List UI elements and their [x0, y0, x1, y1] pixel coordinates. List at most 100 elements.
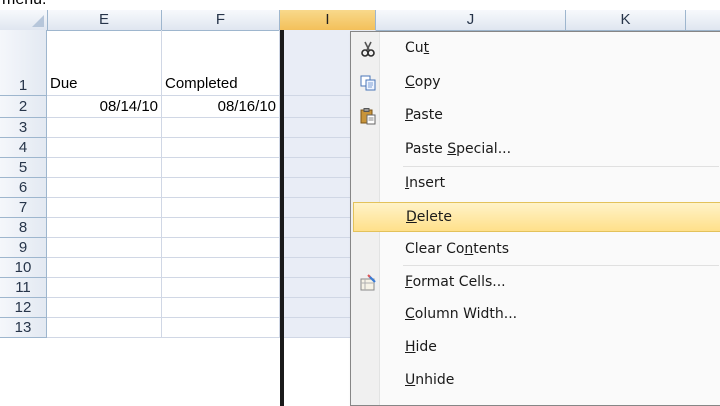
- cell-F6[interactable]: [162, 178, 280, 198]
- access-key: t: [423, 40, 430, 56]
- column-header-K[interactable]: K: [566, 10, 686, 30]
- label-part: tents: [473, 241, 510, 257]
- access-key: C: [405, 74, 415, 90]
- cell-F1[interactable]: Completed: [162, 30, 280, 96]
- cell-E13[interactable]: [47, 318, 162, 338]
- cell-F10[interactable]: [162, 258, 280, 278]
- menu-item-label: Column Width...: [405, 306, 517, 322]
- row-header-5[interactable]: 5: [0, 158, 47, 178]
- label-part: opy: [414, 74, 441, 90]
- menu-item-column-width[interactable]: Column Width...: [353, 300, 720, 330]
- cell-E9[interactable]: [47, 238, 162, 258]
- cell-F12[interactable]: [162, 298, 280, 318]
- label-part: ide: [415, 339, 437, 355]
- menu-item-label: Insert: [405, 175, 445, 191]
- access-key: n: [464, 241, 474, 257]
- cell-F7[interactable]: [162, 198, 280, 218]
- access-key: F: [405, 274, 413, 290]
- cell-E7[interactable]: [47, 198, 162, 218]
- column-header-J[interactable]: J: [376, 10, 566, 30]
- access-key: C: [405, 306, 415, 322]
- select-all-triangle-icon: [32, 15, 44, 27]
- context-menu: Cut Copy Paste Paste Special... Insert Delete…: [350, 31, 720, 406]
- access-key: S: [447, 141, 457, 157]
- menu-item-label: Cut: [405, 40, 429, 56]
- menu-separator: [403, 265, 719, 266]
- copy-icon: [359, 74, 377, 92]
- label-part: pecial...: [456, 141, 512, 157]
- cell-E6[interactable]: [47, 178, 162, 198]
- cell-E10[interactable]: [47, 258, 162, 278]
- column-header-F[interactable]: F: [162, 10, 280, 30]
- cell-E2[interactable]: 08/14/10: [47, 96, 162, 118]
- label-part: Clear Co: [405, 241, 465, 257]
- menu-item-copy[interactable]: Copy: [353, 68, 720, 98]
- access-key: U: [405, 372, 416, 388]
- row-header-11[interactable]: 11: [0, 278, 47, 298]
- menu-item-label: Paste Special...: [405, 141, 511, 157]
- menu-item-cut[interactable]: Cut: [353, 34, 720, 64]
- menu-item-clear-contents[interactable]: Clear Contents: [353, 235, 720, 265]
- row-header-2[interactable]: 2: [0, 96, 47, 118]
- cell-E1[interactable]: Due: [47, 30, 162, 96]
- menu-item-unhide[interactable]: Unhide: [353, 366, 720, 396]
- format-cells-icon: [359, 274, 377, 292]
- access-key: P: [405, 107, 413, 123]
- caption-fragment: menu.: [2, 0, 46, 9]
- row-header-12[interactable]: 12: [0, 298, 47, 318]
- access-key: H: [405, 339, 416, 355]
- row-header-9[interactable]: 9: [0, 238, 47, 258]
- label-part: nsert: [409, 175, 446, 191]
- row-header-4[interactable]: 4: [0, 138, 47, 158]
- menu-item-label: Delete: [406, 209, 452, 225]
- row-header-3[interactable]: 3: [0, 118, 47, 138]
- menu-item-paste-special[interactable]: Paste Special...: [353, 135, 720, 165]
- menu-separator: [403, 166, 719, 167]
- row-header-13[interactable]: 13: [0, 318, 47, 338]
- cell-E3[interactable]: [47, 118, 162, 138]
- row-header-8[interactable]: 8: [0, 218, 47, 238]
- menu-item-format-cells[interactable]: Format Cells...: [353, 268, 720, 298]
- cell-E8[interactable]: [47, 218, 162, 238]
- menu-item-hide[interactable]: Hide: [353, 333, 720, 363]
- cell-E5[interactable]: [47, 158, 162, 178]
- cell-F8[interactable]: [162, 218, 280, 238]
- column-header-row: E F I J K: [0, 10, 720, 31]
- column-header-I[interactable]: I: [280, 10, 376, 30]
- column-header-E[interactable]: E: [47, 10, 162, 30]
- cell-F11[interactable]: [162, 278, 280, 298]
- label-part: aste: [412, 107, 443, 123]
- menu-item-delete[interactable]: Delete: [353, 202, 720, 232]
- menu-item-label: Hide: [405, 339, 437, 355]
- menu-item-label: Paste: [405, 107, 443, 123]
- cell-F13[interactable]: [162, 318, 280, 338]
- selected-column-border: [280, 30, 284, 406]
- label-part: Cu: [405, 40, 424, 56]
- cell-E12[interactable]: [47, 298, 162, 318]
- menu-item-paste[interactable]: Paste: [353, 101, 720, 131]
- cell-E11[interactable]: [47, 278, 162, 298]
- cell-F3[interactable]: [162, 118, 280, 138]
- cell-F9[interactable]: [162, 238, 280, 258]
- menu-item-insert[interactable]: Insert: [353, 169, 720, 199]
- cell-E4[interactable]: [47, 138, 162, 158]
- column-header-next[interactable]: [686, 10, 720, 30]
- label-part: Paste: [405, 141, 448, 157]
- scissors-icon: [359, 40, 377, 58]
- label-part: elete: [416, 209, 452, 225]
- paste-icon: [359, 107, 377, 125]
- access-key: D: [406, 209, 417, 225]
- row-header-10[interactable]: 10: [0, 258, 47, 278]
- menu-item-label: Copy: [405, 74, 441, 90]
- cell-F5[interactable]: [162, 158, 280, 178]
- menu-item-label: Clear Contents: [405, 241, 509, 257]
- row-header-7[interactable]: 7: [0, 198, 47, 218]
- cell-F4[interactable]: [162, 138, 280, 158]
- menu-item-label: Format Cells...: [405, 274, 506, 290]
- menu-item-label: Unhide: [405, 372, 454, 388]
- cell-F2[interactable]: 08/16/10: [162, 96, 280, 118]
- row-header-6[interactable]: 6: [0, 178, 47, 198]
- select-all-corner[interactable]: [0, 10, 48, 30]
- row-header-1[interactable]: 1: [0, 30, 47, 96]
- label-part: olumn Width...: [414, 306, 518, 322]
